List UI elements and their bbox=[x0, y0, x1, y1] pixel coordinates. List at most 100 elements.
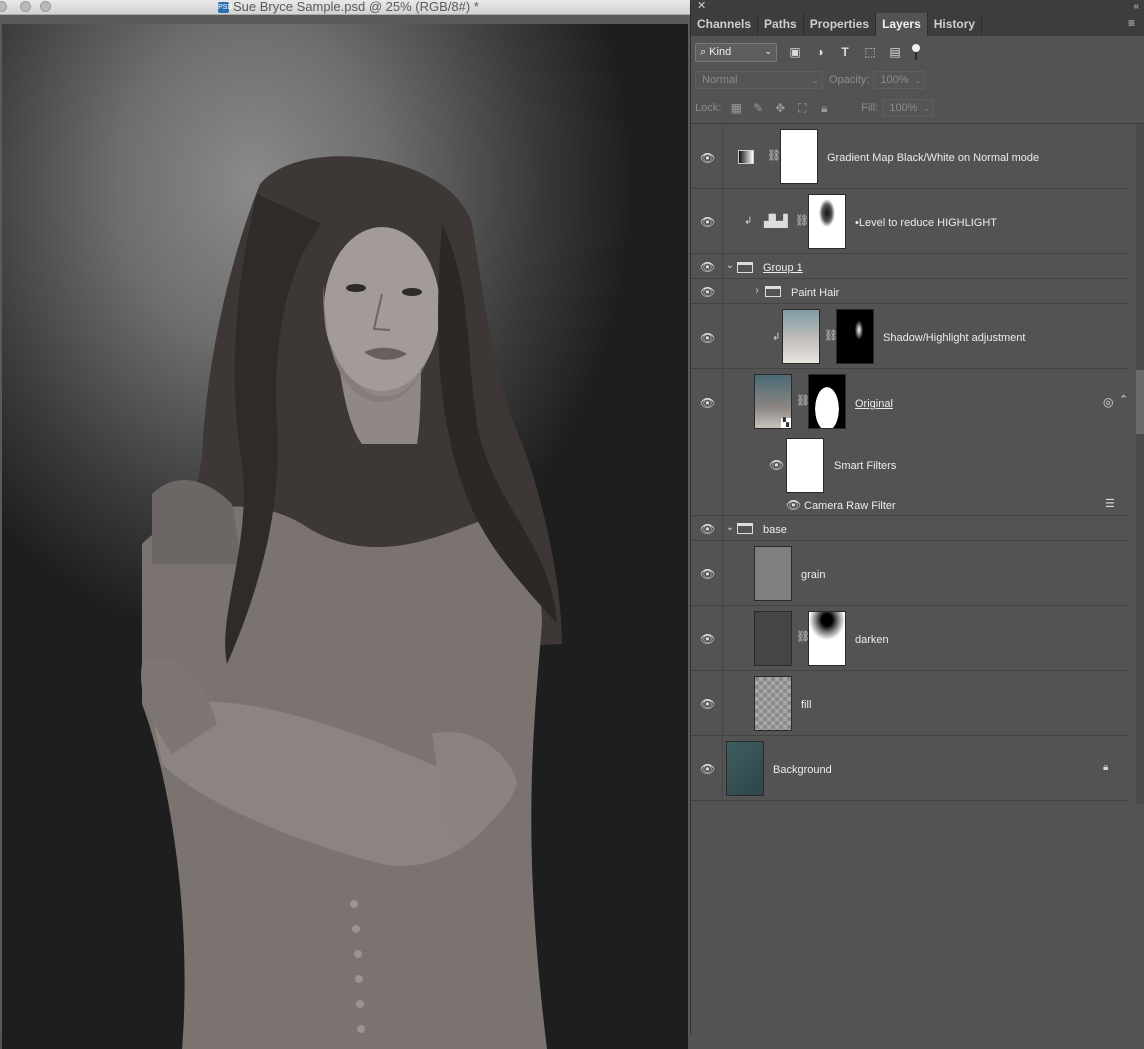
eye-icon[interactable]: 👁︎ bbox=[700, 151, 715, 165]
chevron-down-icon[interactable]: ⌄ bbox=[725, 522, 735, 534]
chevron-down-icon: ⌄ bbox=[764, 45, 772, 56]
link-chain-icon[interactable]: ⛓︎ bbox=[767, 149, 781, 163]
document-canvas-image[interactable] bbox=[2, 24, 688, 1049]
document-title-group: PSD Sue Bryce Sample.psd @ 25% (RGB/8#) … bbox=[218, 0, 479, 14]
shape-filter-icon[interactable]: ⬚ bbox=[863, 45, 877, 59]
portrait-illustration bbox=[141, 156, 562, 1049]
type-filter-icon[interactable]: T bbox=[838, 45, 852, 59]
canvas-area[interactable] bbox=[0, 15, 690, 1049]
eye-icon[interactable]: 👁︎ bbox=[700, 331, 715, 345]
filter-toggle-switch[interactable] bbox=[912, 44, 920, 60]
layer-name[interactable]: Original bbox=[855, 398, 893, 410]
smart-object-thumbnail[interactable] bbox=[782, 309, 820, 364]
layer-name[interactable]: base bbox=[763, 524, 787, 536]
layer-row-gradient-map[interactable]: 👁︎ ⛓︎ Gradient Map Black/White on Normal… bbox=[691, 124, 1129, 189]
layer-row-fill[interactable]: 👁︎ fill bbox=[691, 671, 1129, 736]
layer-mask-thumbnail[interactable] bbox=[808, 194, 846, 249]
lock-position-icon[interactable]: ✥ bbox=[773, 101, 787, 115]
layer-thumbnail[interactable] bbox=[754, 611, 792, 666]
eye-icon[interactable]: 👁︎ bbox=[700, 697, 715, 711]
layer-row-group-1[interactable]: 👁︎ ⌄ Group 1 bbox=[691, 254, 1129, 279]
layer-name[interactable]: grain bbox=[801, 569, 825, 581]
smart-object-filter-icon[interactable]: ▤ bbox=[888, 45, 902, 59]
eye-icon[interactable]: 👁︎ bbox=[786, 498, 801, 512]
minimize-window-button[interactable] bbox=[20, 1, 31, 12]
eye-icon[interactable]: 👁︎ bbox=[700, 632, 715, 646]
eye-icon[interactable]: 👁︎ bbox=[700, 215, 715, 229]
layer-name[interactable]: Gradient Map Black/White on Normal mode bbox=[827, 152, 1039, 164]
link-chain-icon[interactable]: ⛓︎ bbox=[824, 329, 838, 343]
adjustment-filter-icon[interactable]: ◑ bbox=[813, 45, 827, 59]
folder-icon bbox=[765, 286, 781, 297]
panel-collapse-icon[interactable]: « bbox=[1133, 0, 1139, 13]
divider bbox=[722, 124, 723, 188]
opacity-field[interactable]: 100% ⌄ bbox=[873, 70, 926, 89]
link-chain-icon[interactable]: ⛓︎ bbox=[796, 394, 810, 408]
eye-icon[interactable]: 👁︎ bbox=[700, 285, 715, 299]
scrollbar-track[interactable] bbox=[1136, 124, 1144, 804]
layer-row-original[interactable]: 👁︎ ▚ ⛓︎ Original ◎ ⌃ 👁︎ Smart Filters 👁︎… bbox=[691, 369, 1129, 516]
layer-mask-thumbnail[interactable] bbox=[780, 129, 818, 184]
layer-name[interactable]: Paint Hair bbox=[791, 287, 839, 299]
layer-mask-thumbnail[interactable] bbox=[808, 374, 846, 429]
lock-artboard-icon[interactable]: ⛶ bbox=[795, 101, 809, 115]
tab-properties[interactable]: Properties bbox=[804, 13, 877, 36]
lock-transparent-pixels-icon[interactable]: ▦ bbox=[729, 101, 743, 115]
tab-history[interactable]: History bbox=[928, 13, 983, 36]
eye-icon[interactable]: 👁︎ bbox=[700, 522, 715, 536]
divider bbox=[722, 606, 723, 670]
smart-object-badge-icon: ▚ bbox=[781, 418, 791, 428]
image-filter-icon[interactable]: ▣ bbox=[788, 45, 802, 59]
tab-paths[interactable]: Paths bbox=[758, 13, 804, 36]
blend-mode-select[interactable]: Normal ⌄ bbox=[695, 70, 823, 89]
layer-row-shadow-highlight[interactable]: 👁︎ ↲ ⛓︎ Shadow/Highlight adjustment bbox=[691, 304, 1129, 369]
layer-thumbnail[interactable] bbox=[754, 676, 792, 731]
layer-name[interactable]: Shadow/Highlight adjustment bbox=[883, 332, 1025, 344]
tab-layers[interactable]: Layers bbox=[876, 13, 928, 36]
layer-name[interactable]: fill bbox=[801, 699, 811, 711]
layer-mask-thumbnail[interactable] bbox=[836, 309, 874, 364]
close-window-button[interactable] bbox=[0, 1, 7, 12]
folder-icon bbox=[737, 523, 753, 534]
smart-filter-indicator-icon[interactable]: ◎ bbox=[1103, 395, 1113, 409]
eye-icon[interactable]: 👁︎ bbox=[700, 396, 715, 410]
fill-field[interactable]: 100% ⌄ bbox=[882, 98, 935, 117]
eye-icon[interactable]: 👁︎ bbox=[769, 458, 784, 472]
layer-mask-thumbnail[interactable] bbox=[808, 611, 846, 666]
layer-name[interactable]: Group 1 bbox=[763, 262, 803, 274]
panel-menu-icon[interactable]: ≡ bbox=[1128, 17, 1140, 29]
document-titlebar[interactable]: PSD Sue Bryce Sample.psd @ 25% (RGB/8#) … bbox=[0, 0, 690, 15]
layer-row-paint-hair[interactable]: 👁︎ › Paint Hair bbox=[691, 279, 1129, 304]
layer-row-levels[interactable]: 👁︎ ↲ ▟▙▟ ⛓︎ •Level to reduce HIGHLIGHT bbox=[691, 189, 1129, 254]
chevron-up-icon[interactable]: ⌃ bbox=[1119, 393, 1128, 406]
filter-kind-select[interactable]: ⌕ Kind ⌄ bbox=[695, 42, 777, 62]
chevron-down-icon[interactable]: ⌄ bbox=[725, 260, 735, 272]
eye-icon[interactable]: 👁︎ bbox=[700, 762, 715, 776]
filter-name[interactable]: Camera Raw Filter bbox=[804, 500, 896, 512]
eye-icon[interactable]: 👁︎ bbox=[700, 260, 715, 274]
fill-value: 100% bbox=[889, 101, 918, 114]
layer-name[interactable]: Background bbox=[773, 764, 832, 776]
link-chain-icon[interactable]: ⛓︎ bbox=[795, 214, 809, 228]
filter-options-icon[interactable]: ☰ bbox=[1105, 497, 1115, 510]
layer-thumbnail[interactable] bbox=[726, 741, 764, 796]
lock-image-pixels-icon[interactable]: ✎ bbox=[751, 101, 765, 115]
link-chain-icon[interactable]: ⛓︎ bbox=[796, 630, 810, 644]
smart-filter-mask-thumbnail[interactable] bbox=[786, 438, 824, 493]
lock-all-icon[interactable]: 🔒︎ bbox=[817, 101, 831, 115]
scrollbar-thumb[interactable] bbox=[1136, 370, 1144, 434]
layer-name[interactable]: darken bbox=[855, 634, 889, 646]
eye-icon[interactable]: 👁︎ bbox=[700, 567, 715, 581]
zoom-window-button[interactable] bbox=[40, 1, 51, 12]
tab-channels[interactable]: Channels bbox=[691, 13, 759, 36]
layer-name[interactable]: •Level to reduce HIGHLIGHT bbox=[855, 217, 997, 229]
layer-row-grain[interactable]: 👁︎ grain bbox=[691, 541, 1129, 606]
chevron-right-icon[interactable]: › bbox=[752, 285, 762, 297]
smart-filters-label[interactable]: Smart Filters bbox=[834, 460, 896, 472]
layer-thumbnail[interactable] bbox=[754, 546, 792, 601]
layer-row-background[interactable]: 👁︎ Background 🔒︎ bbox=[691, 736, 1129, 801]
panel-close-icon[interactable]: ✕ bbox=[697, 0, 706, 13]
smart-object-thumbnail[interactable]: ▚ bbox=[754, 374, 792, 429]
layer-row-base[interactable]: 👁︎ ⌄ base bbox=[691, 516, 1129, 541]
layer-row-darken[interactable]: 👁︎ ⛓︎ darken bbox=[691, 606, 1129, 671]
